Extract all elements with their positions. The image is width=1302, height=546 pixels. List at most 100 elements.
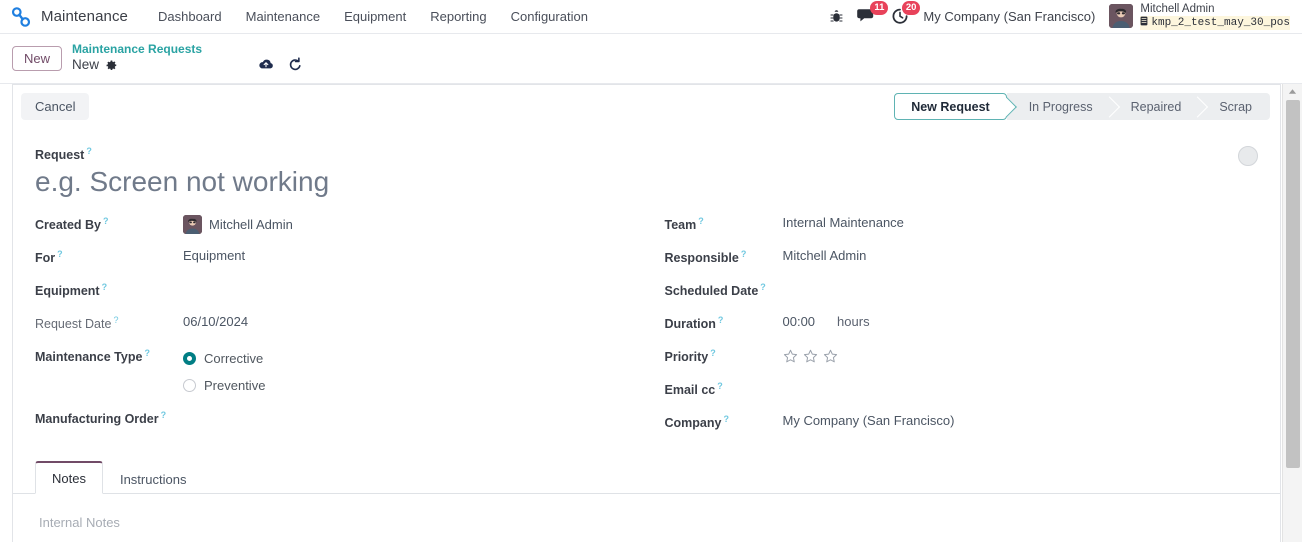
menu-item-configuration[interactable]: Configuration (499, 4, 600, 29)
field-label-priority: Priority? (664, 348, 716, 365)
database-label: kmp_2_test_may_30_pos (1151, 16, 1290, 29)
radio-corrective-icon (183, 352, 196, 366)
help-icon[interactable]: ? (57, 249, 63, 259)
status-in-progress[interactable]: In Progress (1006, 93, 1109, 120)
maintenance-type-radio-group: Corrective Preventive (183, 345, 265, 399)
field-value-duration: 00:00 hours (783, 312, 870, 329)
breadcrumb-current: New (72, 57, 100, 73)
field-for: For? Equipment (35, 246, 647, 279)
form-sheet: Request? e.g. Screen not working Created… (12, 128, 1281, 542)
field-label-request-date: Request Date? (35, 315, 119, 332)
help-icon[interactable]: ? (723, 414, 729, 424)
discard-undo-icon[interactable] (288, 56, 303, 72)
field-label-duration: Duration? (664, 315, 724, 332)
app-name: Maintenance (41, 8, 128, 25)
form-column-right: Team? Internal Maintenance Responsible? … (647, 213, 1259, 444)
field-maintenance-type: Maintenance Type? Corrective Preventive (35, 345, 647, 399)
messages-icon[interactable]: 11 (857, 1, 889, 24)
help-icon[interactable]: ? (698, 216, 704, 226)
help-icon[interactable]: ? (710, 348, 716, 358)
field-company: Company? My Company (San Francisco) (665, 411, 1259, 444)
form-column-left: Created By? Mitchell Admin For ? Equipme… (35, 213, 647, 444)
help-icon[interactable]: ? (103, 216, 109, 226)
field-team: Team? Internal Maintenance (665, 213, 1259, 246)
messages-badge: 11 (870, 1, 889, 16)
user-menu[interactable]: Mitchell Admin kmp_2_test_may_30_pos (1109, 3, 1290, 31)
form-view: Cancel New Request In Progress Repaired … (0, 84, 1302, 542)
created-by-name: Mitchell Admin (209, 217, 293, 233)
field-value-responsible[interactable]: Mitchell Admin (783, 246, 867, 263)
help-icon[interactable]: ? (86, 146, 92, 156)
field-label-responsible: Responsible? (664, 249, 747, 266)
tab-notes[interactable]: Notes (35, 461, 103, 495)
internal-notes-input[interactable]: Internal Notes (35, 494, 1258, 530)
breadcrumb-parent-link[interactable]: Maintenance Requests (72, 42, 202, 57)
field-label-maintenance-type: Maintenance Type? (35, 348, 150, 365)
scroll-up-arrow-icon[interactable] (1283, 84, 1302, 99)
field-value-company[interactable]: My Company (San Francisco) (783, 411, 955, 428)
star-icon[interactable] (803, 349, 818, 364)
top-navbar: Maintenance Dashboard Maintenance Equipm… (0, 0, 1302, 34)
status-pipeline: New Request In Progress Repaired Scrap (894, 93, 1270, 120)
field-value-team[interactable]: Internal Maintenance (783, 213, 904, 230)
cloud-save-icon[interactable] (258, 58, 274, 71)
new-button[interactable]: New (12, 45, 63, 71)
radio-corrective[interactable]: Corrective (183, 345, 265, 372)
bug-icon[interactable] (830, 9, 843, 24)
wrench-link-icon (10, 6, 32, 28)
company-switcher[interactable]: My Company (San Francisco) (923, 9, 1095, 24)
field-label-created-by: Created By? (35, 216, 109, 233)
menu-item-equipment[interactable]: Equipment (332, 4, 418, 29)
radio-preventive[interactable]: Preventive (183, 372, 265, 399)
field-value-priority (783, 345, 838, 364)
vertical-scrollbar[interactable] (1282, 84, 1302, 542)
field-request-date: Request Date? 06/10/2024 (35, 312, 647, 345)
field-equipment: Equipment? (35, 279, 647, 312)
field-label-manufacturing-order: Manufacturing Order? (35, 410, 167, 427)
menu-item-maintenance[interactable]: Maintenance (234, 4, 332, 29)
star-icon[interactable] (823, 349, 838, 364)
state-circle-icon[interactable] (1238, 146, 1258, 166)
request-title-input[interactable]: e.g. Screen not working (35, 164, 1258, 199)
database-name: kmp_2_test_may_30_pos (1140, 15, 1290, 31)
status-repaired[interactable]: Repaired (1108, 93, 1198, 120)
field-duration: Duration? 00:00 hours (665, 312, 1259, 345)
scrollbar-thumb[interactable] (1286, 100, 1300, 468)
field-created-by: Created By? Mitchell Admin (35, 213, 647, 246)
field-scheduled-date: Scheduled Date? (665, 279, 1259, 312)
gear-icon[interactable] (106, 60, 117, 71)
field-manufacturing-order: Manufacturing Order? (35, 407, 647, 440)
tab-instructions[interactable]: Instructions (103, 463, 203, 494)
status-new-request[interactable]: New Request (894, 93, 1007, 120)
field-email-cc: Email cc? (665, 378, 1259, 411)
priority-stars (783, 347, 838, 364)
radio-corrective-label: Corrective (204, 351, 264, 367)
duration-unit: hours (837, 314, 870, 330)
activities-icon[interactable]: 20 (891, 0, 921, 25)
field-label-equipment: Equipment? (35, 282, 108, 299)
help-icon[interactable]: ? (718, 315, 724, 325)
field-value-created-by[interactable]: Mitchell Admin (183, 213, 293, 235)
field-value-for[interactable]: Equipment (183, 246, 245, 263)
help-icon[interactable]: ? (144, 348, 150, 358)
help-icon[interactable]: ? (113, 315, 118, 325)
help-icon[interactable]: ? (102, 282, 108, 292)
help-icon[interactable]: ? (741, 249, 747, 259)
menu-item-dashboard[interactable]: Dashboard (146, 4, 234, 29)
star-icon[interactable] (783, 349, 798, 364)
radio-preventive-icon (183, 379, 196, 393)
avatar (1109, 4, 1134, 29)
notebook: Notes Instructions Internal Notes (13, 460, 1280, 530)
menu-item-reporting[interactable]: Reporting (418, 4, 498, 29)
help-icon[interactable]: ? (161, 410, 167, 420)
cancel-button[interactable]: Cancel (21, 93, 90, 120)
systray: 11 20 My Company (San Francisco) Mitchel… (830, 0, 1294, 31)
field-value-request-date[interactable]: 06/10/2024 (183, 312, 248, 329)
user-name: Mitchell Admin (1140, 2, 1215, 15)
help-icon[interactable]: ? (717, 381, 723, 391)
notebook-tabs: Notes Instructions (13, 460, 1280, 495)
app-brand[interactable]: Maintenance (10, 6, 128, 28)
field-label-for: For? (35, 249, 63, 266)
help-icon[interactable]: ? (760, 282, 766, 292)
duration-input[interactable]: 00:00 (783, 314, 816, 329)
